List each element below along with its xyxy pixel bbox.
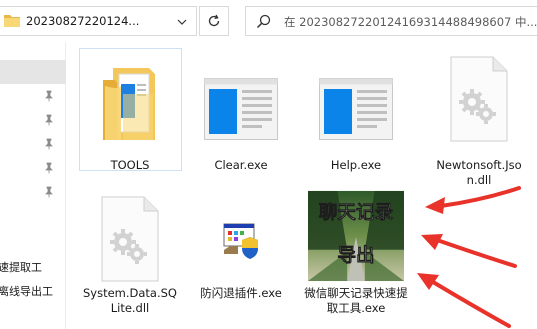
thumbnail-subtitle: 导出 xyxy=(337,244,374,266)
address-path: 20230827220124... xyxy=(26,14,140,28)
search-box[interactable]: 在 20230827220124169314488498607 中... xyxy=(245,6,537,36)
pin-icon[interactable] xyxy=(43,114,55,126)
app-thumbnail-image: 聊天记录 导出 xyxy=(308,190,404,282)
address-box[interactable]: 20230827220124... xyxy=(0,6,197,36)
file-tile-tools[interactable]: TOOLS xyxy=(82,50,178,172)
application-window-icon xyxy=(319,78,393,140)
refresh-icon xyxy=(208,14,220,27)
application-window-icon xyxy=(204,78,278,140)
folder-icon xyxy=(4,15,20,27)
file-tile-installer[interactable]: 防闪退插件.exe xyxy=(193,190,289,329)
file-tile-newtonsoft[interactable]: Newtonsoft.Json.dll xyxy=(431,50,527,190)
installer-icon xyxy=(223,223,258,259)
nav-item-label[interactable]: 离线导出工 xyxy=(0,283,53,299)
file-name: Clear.exe xyxy=(214,158,268,172)
chevron-down-icon[interactable] xyxy=(172,13,192,31)
file-tile-sqlite[interactable]: System.Data.SQLite.dll xyxy=(82,190,178,329)
dll-file-icon xyxy=(101,196,159,282)
navigation-pane: 速提取工 离线导出工 xyxy=(0,42,66,329)
pin-icon[interactable] xyxy=(43,90,55,102)
pin-icon[interactable] xyxy=(43,138,55,150)
annotation-arrow xyxy=(421,234,517,268)
dll-file-icon xyxy=(450,56,508,142)
file-tile-help[interactable]: Help.exe xyxy=(308,50,404,172)
pin-icon[interactable] xyxy=(43,186,55,198)
file-name: Newtonsoft.Json.dll xyxy=(436,158,522,187)
search-icon xyxy=(256,14,271,29)
pin-icon[interactable] xyxy=(43,162,55,174)
address-bar: 20230827220124... 在 20230827220124169314… xyxy=(0,0,537,42)
file-name: 防闪退插件.exe xyxy=(200,286,282,300)
search-placeholder: 在 20230827220124169314488498607 中... xyxy=(284,15,537,29)
thumbnail-title: 聊天记录 xyxy=(319,201,394,223)
folder-icon xyxy=(103,68,155,140)
file-name: TOOLS xyxy=(110,158,150,172)
file-tile-wechat-export[interactable]: 聊天记录 导出 微信聊天记录快速提取工具.exe xyxy=(304,190,408,329)
file-name: 微信聊天记录快速提取工具.exe xyxy=(304,286,408,315)
file-name: System.Data.SQLite.dll xyxy=(82,286,177,315)
file-tile-clear[interactable]: Clear.exe xyxy=(193,50,289,172)
nav-selected-item[interactable] xyxy=(0,60,66,84)
nav-item-label[interactable]: 速提取工 xyxy=(0,259,42,275)
annotation-arrow xyxy=(417,273,511,328)
annotation-arrow xyxy=(425,186,521,214)
file-name: Help.exe xyxy=(330,158,382,172)
refresh-button[interactable] xyxy=(199,6,229,36)
